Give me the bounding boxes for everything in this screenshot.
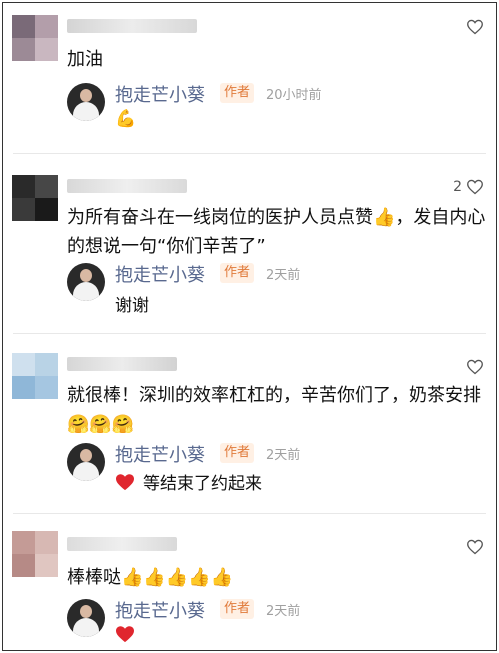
author-badge: 作者 <box>220 443 255 463</box>
red-heart-icon <box>116 626 134 643</box>
reply-time: 2天前 <box>266 268 301 283</box>
comment-text: 棒棒哒👍👍👍👍👍 <box>67 567 234 588</box>
like-button[interactable] <box>462 539 484 555</box>
username-blurred[interactable] <box>67 537 177 551</box>
author-avatar[interactable] <box>67 443 105 481</box>
reply-text-content: 等结束了约起来 <box>143 474 262 494</box>
author-badge: 作者 <box>220 599 255 619</box>
heart-outline-icon <box>467 359 483 375</box>
reply-text-content: 谢谢 <box>115 296 149 316</box>
reply-author-name[interactable]: 抱走芒小葵 <box>115 441 205 467</box>
author-avatar[interactable] <box>67 599 105 637</box>
avatar[interactable] <box>12 353 58 399</box>
heart-outline-icon <box>467 539 483 555</box>
like-button[interactable] <box>462 19 484 35</box>
like-button[interactable]: 2 <box>453 179 484 195</box>
heart-outline-icon <box>467 19 483 35</box>
red-heart-icon <box>116 473 134 490</box>
comment-text: 加油 <box>67 49 103 70</box>
username-blurred[interactable] <box>67 19 197 33</box>
reply-time: 20小时前 <box>266 88 322 103</box>
comment-text: 就很棒！深圳的效率杠杠的，辛苦你们了，奶茶安排🤗🤗🤗 <box>67 385 481 435</box>
reply-text: 谢谢 <box>115 291 149 316</box>
username-blurred[interactable] <box>67 179 187 193</box>
reply-text: 等结束了约起来 <box>115 469 262 494</box>
comment-list: 加油 抱走芒小葵 作者 20小时前 💪 2 为所有奋斗在一线岗位的医护人员点赞👍… <box>2 2 497 651</box>
author-badge: 作者 <box>220 263 255 283</box>
author-avatar[interactable] <box>67 263 105 301</box>
avatar[interactable] <box>12 15 58 61</box>
reply-time: 2天前 <box>266 604 301 619</box>
like-count: 2 <box>453 179 462 195</box>
reply-time: 2天前 <box>266 448 301 463</box>
like-button[interactable] <box>462 359 484 375</box>
reply-author-name[interactable]: 抱走芒小葵 <box>115 261 205 287</box>
author-badge: 作者 <box>220 83 255 103</box>
reply-text: 💪 <box>115 111 136 128</box>
comment-text: 为所有奋斗在一线岗位的医护人员点赞👍，发自内心的想说一句“你们辛苦了” <box>67 207 486 257</box>
divider <box>13 153 486 154</box>
username-blurred[interactable] <box>67 357 177 371</box>
divider <box>13 513 486 514</box>
reply-author-name[interactable]: 抱走芒小葵 <box>115 597 205 623</box>
flexed-biceps-icon: 💪 <box>115 109 137 129</box>
author-avatar[interactable] <box>67 83 105 121</box>
reply-text <box>115 625 135 643</box>
reply-author-name[interactable]: 抱走芒小葵 <box>115 81 205 107</box>
avatar[interactable] <box>12 175 58 221</box>
avatar[interactable] <box>12 531 58 577</box>
heart-outline-icon <box>467 179 483 195</box>
divider <box>13 333 486 334</box>
